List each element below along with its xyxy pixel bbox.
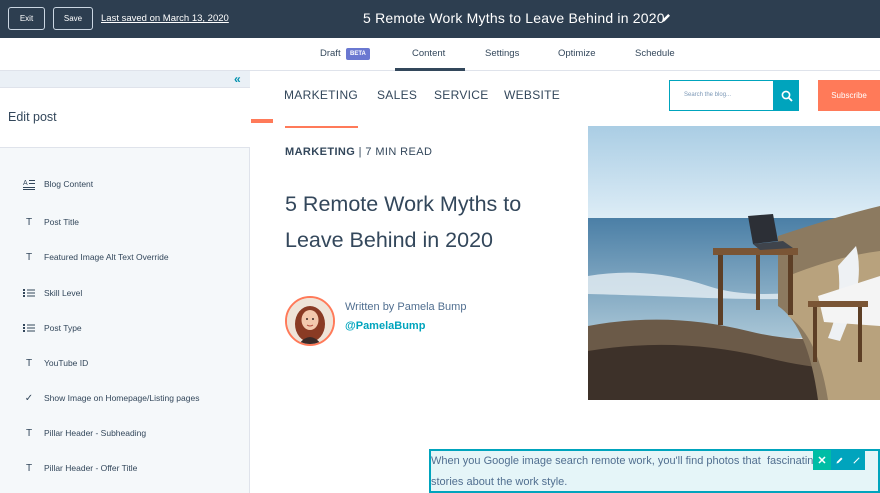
sidebar-item-label: Show Image on Homepage/Listing pages [44,393,200,403]
orange-accent-underline [285,126,358,128]
nav-website[interactable]: WEBSITE [504,88,560,102]
article-title[interactable]: 5 Remote Work Myths to Leave Behind in 2… [285,186,585,258]
tab-settings[interactable]: Settings [485,48,519,59]
sidebar-item-pillar-subheading[interactable]: T Pillar Header - Subheading [0,424,250,444]
sidebar-item-label: Pillar Header - Subheading [44,428,147,438]
sidebar-item-youtube-id[interactable]: T YouTube ID [0,354,250,374]
sidebar-item-label: Pillar Header - Offer Title [44,463,138,473]
read-time: | 7 MIN READ [355,146,433,158]
edit-post-sidebar: « Edit post A Blog Content T Post Title … [0,71,250,493]
sidebar-item-skill-level[interactable]: Skill Level [0,284,250,304]
author-handle-link[interactable]: @PamelaBump [345,320,425,332]
pencil-icon[interactable] [660,12,672,24]
expand-icon[interactable] [848,450,865,470]
search-placeholder: Search the blog... [684,92,732,98]
post-body-text[interactable]: When you Google image search remote work… [431,451,851,493]
save-button[interactable]: Save [53,7,93,30]
close-icon[interactable]: ✕ [813,450,831,470]
blog-search-input[interactable]: Search the blog... [669,80,774,111]
featured-image[interactable] [588,126,880,400]
checkmark-icon: ✓ [24,392,34,404]
post-meta: MARKETING | 7 MIN READ [285,146,432,158]
search-button[interactable] [774,80,799,111]
search-icon [781,90,793,102]
exit-button[interactable]: Exit [8,7,45,30]
sidebar-item-label: Blog Content [44,179,94,189]
sidebar-item-label: Skill Level [44,288,83,298]
sidebar-item-label: Post Type [44,323,82,333]
sidebar-item-show-image[interactable]: ✓ Show Image on Homepage/Listing pages [0,389,250,409]
sidebar-item-label: Featured Image Alt Text Override [44,252,169,262]
post-category[interactable]: MARKETING [285,146,355,158]
nav-service[interactable]: SERVICE [434,88,489,102]
nav-marketing[interactable]: MARKETING [284,88,358,102]
beta-badge: BETA [346,48,370,60]
list-icon [22,286,36,300]
editor-topbar: Exit Save Last saved on March 13, 2020 5… [0,0,880,38]
nav-sales[interactable]: SALES [377,88,417,102]
author-avatar [285,296,335,346]
last-saved-link[interactable]: Last saved on March 13, 2020 [101,13,229,24]
tab-draft[interactable]: Draft [320,48,341,59]
sidebar-item-label: YouTube ID [44,358,89,368]
pencil-icon[interactable] [831,450,848,470]
text-icon: T [25,357,33,369]
orange-accent-bar [251,119,273,123]
text-icon: T [25,462,33,474]
sidebar-heading: Edit post [8,110,57,124]
subscribe-button[interactable]: Subscribe [818,80,880,111]
post-title-header[interactable]: 5 Remote Work Myths to Leave Behind in 2… [363,10,665,26]
sidebar-item-blog-content[interactable]: A Blog Content [0,175,250,195]
text-icon: T [25,427,33,439]
sidebar-item-featured-image-alt[interactable]: T Featured Image Alt Text Override [0,248,250,268]
sidebar-collapse-bar[interactable]: « [0,71,250,88]
sidebar-item-post-type[interactable]: Post Type [0,319,250,339]
tab-content[interactable]: Content [412,48,445,59]
sidebar-item-post-title[interactable]: T Post Title [0,213,250,233]
module-toolbar: ✕ [813,450,865,470]
author-byline: Written by Pamela Bump [345,301,467,313]
sidebar-item-label: Post Title [44,217,79,227]
sidebar-item-pillar-offer-title[interactable]: T Pillar Header - Offer Title [0,459,250,479]
text-icon: T [25,216,33,228]
text-icon: T [25,251,33,263]
tab-schedule[interactable]: Schedule [635,48,675,59]
list-icon [22,321,36,335]
rich-text-icon: A [22,177,36,191]
svg-text:A: A [23,180,28,187]
editor-tabs: Draft BETA Content Settings Optimize Sch… [0,38,880,71]
sidebar-header: Edit post [0,88,250,148]
double-chevron-left-icon[interactable]: « [234,72,241,86]
tab-optimize[interactable]: Optimize [558,48,595,59]
